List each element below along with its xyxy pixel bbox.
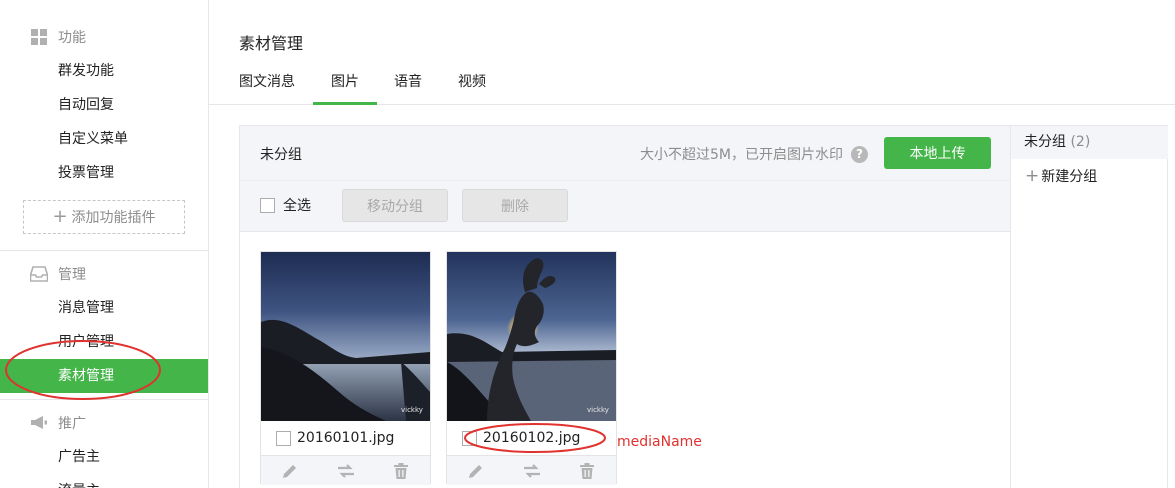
annotation-label: mediaName <box>617 434 702 450</box>
plus-icon: + <box>52 206 68 227</box>
sidebar-item-message-management[interactable]: 消息管理 <box>0 291 208 325</box>
tab-images[interactable]: 图片 <box>313 66 377 105</box>
page-title: 素材管理 <box>239 34 304 53</box>
sidebar-item-auto-reply[interactable]: 自动回复 <box>0 88 208 122</box>
upload-hint-text: 大小不超过5M，已开启图片水印 <box>640 147 843 163</box>
group-item-ungrouped[interactable]: 未分组 (2) <box>1011 126 1168 159</box>
watermark-text: vickky <box>587 406 609 414</box>
upload-button[interactable]: 本地上传 <box>884 137 991 169</box>
select-all-label: 全选 <box>283 198 311 214</box>
sidebar-section-title: 管理 <box>58 267 86 283</box>
image-name-row: 20160102.jpg <box>462 430 580 446</box>
sidebar: 功能 群发功能 自动回复 自定义菜单 投票管理 + 添加功能插件 管理 消息管理… <box>0 0 209 488</box>
image-actions <box>447 455 616 485</box>
tab-bar: 图文消息 图片 语音 视频 <box>209 66 1175 105</box>
group-list: 未分组 (2) + 新建分组 <box>1011 125 1168 488</box>
image-checkbox[interactable] <box>276 430 291 446</box>
tab-voice[interactable]: 语音 <box>394 66 422 105</box>
sidebar-item-advertiser[interactable]: 广告主 <box>0 440 208 474</box>
sidebar-item-mass-send[interactable]: 群发功能 <box>0 54 208 88</box>
checkbox[interactable] <box>260 197 275 213</box>
panel-toolbar: 全选 移动分组 删除 <box>240 180 1010 232</box>
image-name-row: 20160101.jpg <box>276 430 394 446</box>
sidebar-item-vote-management[interactable]: 投票管理 <box>0 156 208 190</box>
plus-icon: + <box>1025 165 1040 186</box>
sidebar-section-title: 推广 <box>58 416 86 432</box>
trash-icon[interactable] <box>392 462 410 480</box>
sidebar-section-promotion: 推广 <box>30 413 86 433</box>
watermark-text: vickky <box>401 406 423 414</box>
add-plugin-label: 添加功能插件 <box>71 210 156 226</box>
trash-icon[interactable] <box>578 462 596 480</box>
grid-icon <box>30 28 48 46</box>
sidebar-item-user-management[interactable]: 用户管理 <box>0 325 208 359</box>
sidebar-item-custom-menu[interactable]: 自定义菜单 <box>0 122 208 156</box>
image-actions <box>261 455 430 485</box>
sidebar-section-management: 管理 <box>30 264 86 284</box>
edit-icon[interactable] <box>281 462 299 480</box>
image-checkbox[interactable] <box>462 430 477 446</box>
group-count: (2) <box>1070 134 1091 150</box>
sidebar-divider <box>0 250 208 251</box>
sidebar-item-traffic-owner[interactable]: 流量主 <box>0 474 208 488</box>
delete-button[interactable]: 删除 <box>462 189 568 222</box>
group-label: 未分组 <box>1024 134 1066 150</box>
megaphone-icon <box>30 414 48 432</box>
move-icon[interactable] <box>523 462 541 480</box>
inbox-icon <box>30 265 48 283</box>
image-filename: 20160101.jpg <box>297 430 395 446</box>
edit-icon[interactable] <box>467 462 485 480</box>
move-group-button[interactable]: 移动分组 <box>342 189 448 222</box>
help-icon[interactable]: ? <box>851 145 868 163</box>
add-plugin-button[interactable]: + 添加功能插件 <box>23 200 185 234</box>
current-group-name: 未分组 <box>260 147 302 163</box>
sidebar-divider <box>0 399 208 400</box>
image-card[interactable]: vickky 20160102.jpg <box>446 251 617 485</box>
image-thumbnail[interactable]: vickky <box>447 252 616 421</box>
select-all-checkbox[interactable]: 全选 <box>260 195 311 215</box>
image-filename: 20160102.jpg <box>483 430 581 446</box>
image-card[interactable]: vickky 20160101.jpg <box>260 251 431 485</box>
image-thumbnail[interactable]: vickky <box>261 252 430 421</box>
move-icon[interactable] <box>337 462 355 480</box>
new-group-label: 新建分组 <box>1041 169 1098 185</box>
panel-header: 未分组 大小不超过5M，已开启图片水印 ? 本地上传 <box>240 126 1010 180</box>
tab-video[interactable]: 视频 <box>458 66 486 105</box>
new-group-button[interactable]: + 新建分组 <box>1025 166 1097 186</box>
tab-news[interactable]: 图文消息 <box>239 66 295 105</box>
sidebar-section-features: 功能 <box>30 27 86 47</box>
sidebar-item-material-management[interactable]: 素材管理 <box>0 359 208 393</box>
upload-hint: 大小不超过5M，已开启图片水印 ? <box>640 144 868 164</box>
sidebar-section-title: 功能 <box>58 30 86 46</box>
